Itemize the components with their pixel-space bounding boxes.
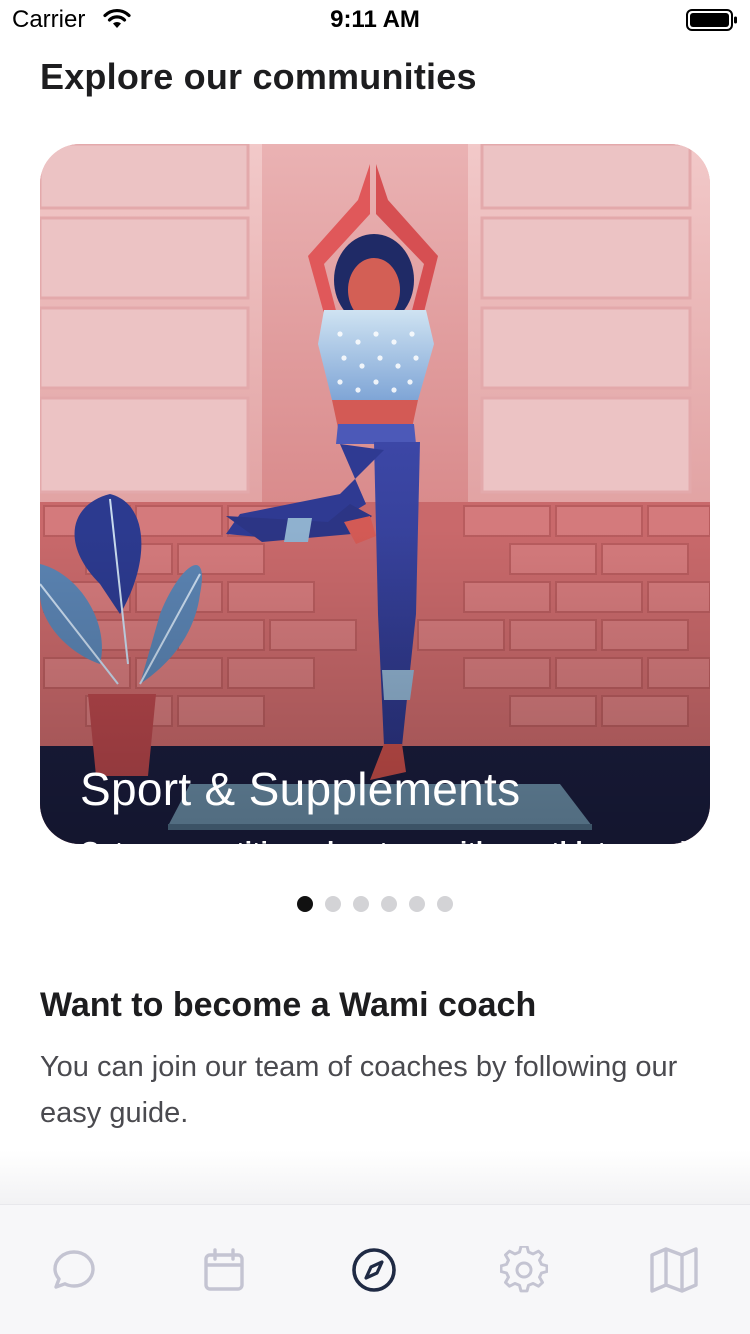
coach-text: You can join our team of coaches by foll… bbox=[40, 1051, 678, 1129]
chat-bubble-icon bbox=[53, 1250, 95, 1289]
page-dot[interactable] bbox=[297, 896, 313, 912]
tab-bar bbox=[0, 1204, 750, 1334]
gear-icon bbox=[500, 1246, 548, 1293]
compass-icon bbox=[352, 1248, 396, 1292]
community-card[interactable]: Sport & Supplements Get a competitive ad… bbox=[40, 144, 710, 844]
page-dot[interactable] bbox=[409, 896, 425, 912]
tab-chat[interactable] bbox=[49, 1245, 99, 1295]
section-title: Explore our communities bbox=[40, 56, 477, 97]
page-dot[interactable] bbox=[325, 896, 341, 912]
tab-calendar[interactable] bbox=[199, 1245, 249, 1295]
tab-explore[interactable] bbox=[349, 1245, 399, 1295]
battery-icon bbox=[686, 8, 738, 37]
status-time: 9:11 AM bbox=[330, 6, 420, 33]
calendar-icon bbox=[204, 1248, 244, 1291]
page-dot[interactable] bbox=[437, 896, 453, 912]
page-dot[interactable] bbox=[353, 896, 369, 912]
page-dot[interactable] bbox=[381, 896, 397, 912]
tab-settings[interactable] bbox=[499, 1245, 549, 1295]
card-title: Sport & Supplements bbox=[80, 763, 521, 815]
card-description: Get a competitive advantage with an athl… bbox=[80, 832, 690, 844]
tabbar-shadow bbox=[0, 1150, 750, 1204]
coach-title: Want to become a Wami coach bbox=[40, 986, 537, 1024]
yoga-woman-illustration bbox=[40, 144, 710, 844]
page-indicator bbox=[0, 896, 750, 912]
tab-map[interactable] bbox=[649, 1245, 699, 1295]
status-bar: Carrier 9:11 AM bbox=[0, 0, 750, 40]
map-icon bbox=[650, 1247, 698, 1293]
